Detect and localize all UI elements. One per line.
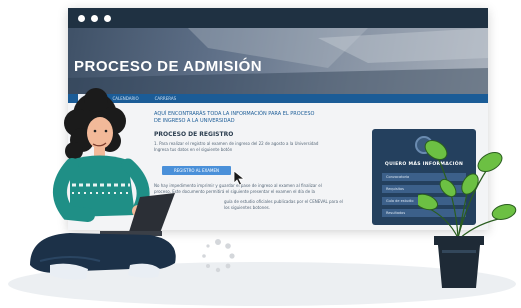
window-dots-icon[interactable]	[78, 14, 85, 22]
guia-text: guía de estudio oficiales publicadas por…	[224, 199, 364, 211]
window-dot-icon[interactable]	[91, 14, 98, 22]
window-dot-icon[interactable]	[104, 14, 111, 22]
guia-line: los siguientes botones.	[224, 205, 271, 210]
page-title: PROCESO DE ADMISIÓN	[74, 58, 263, 75]
illustration-stage: PROCESO DE ADMISIÓN INICIO CALENDARIO CA…	[0, 0, 521, 308]
window-titlebar	[68, 8, 488, 28]
potted-plant	[418, 139, 517, 288]
person-with-laptop	[30, 88, 176, 280]
guia-line: guía de estudio oficiales publicadas por…	[224, 199, 343, 204]
cursor-icon	[233, 170, 246, 186]
